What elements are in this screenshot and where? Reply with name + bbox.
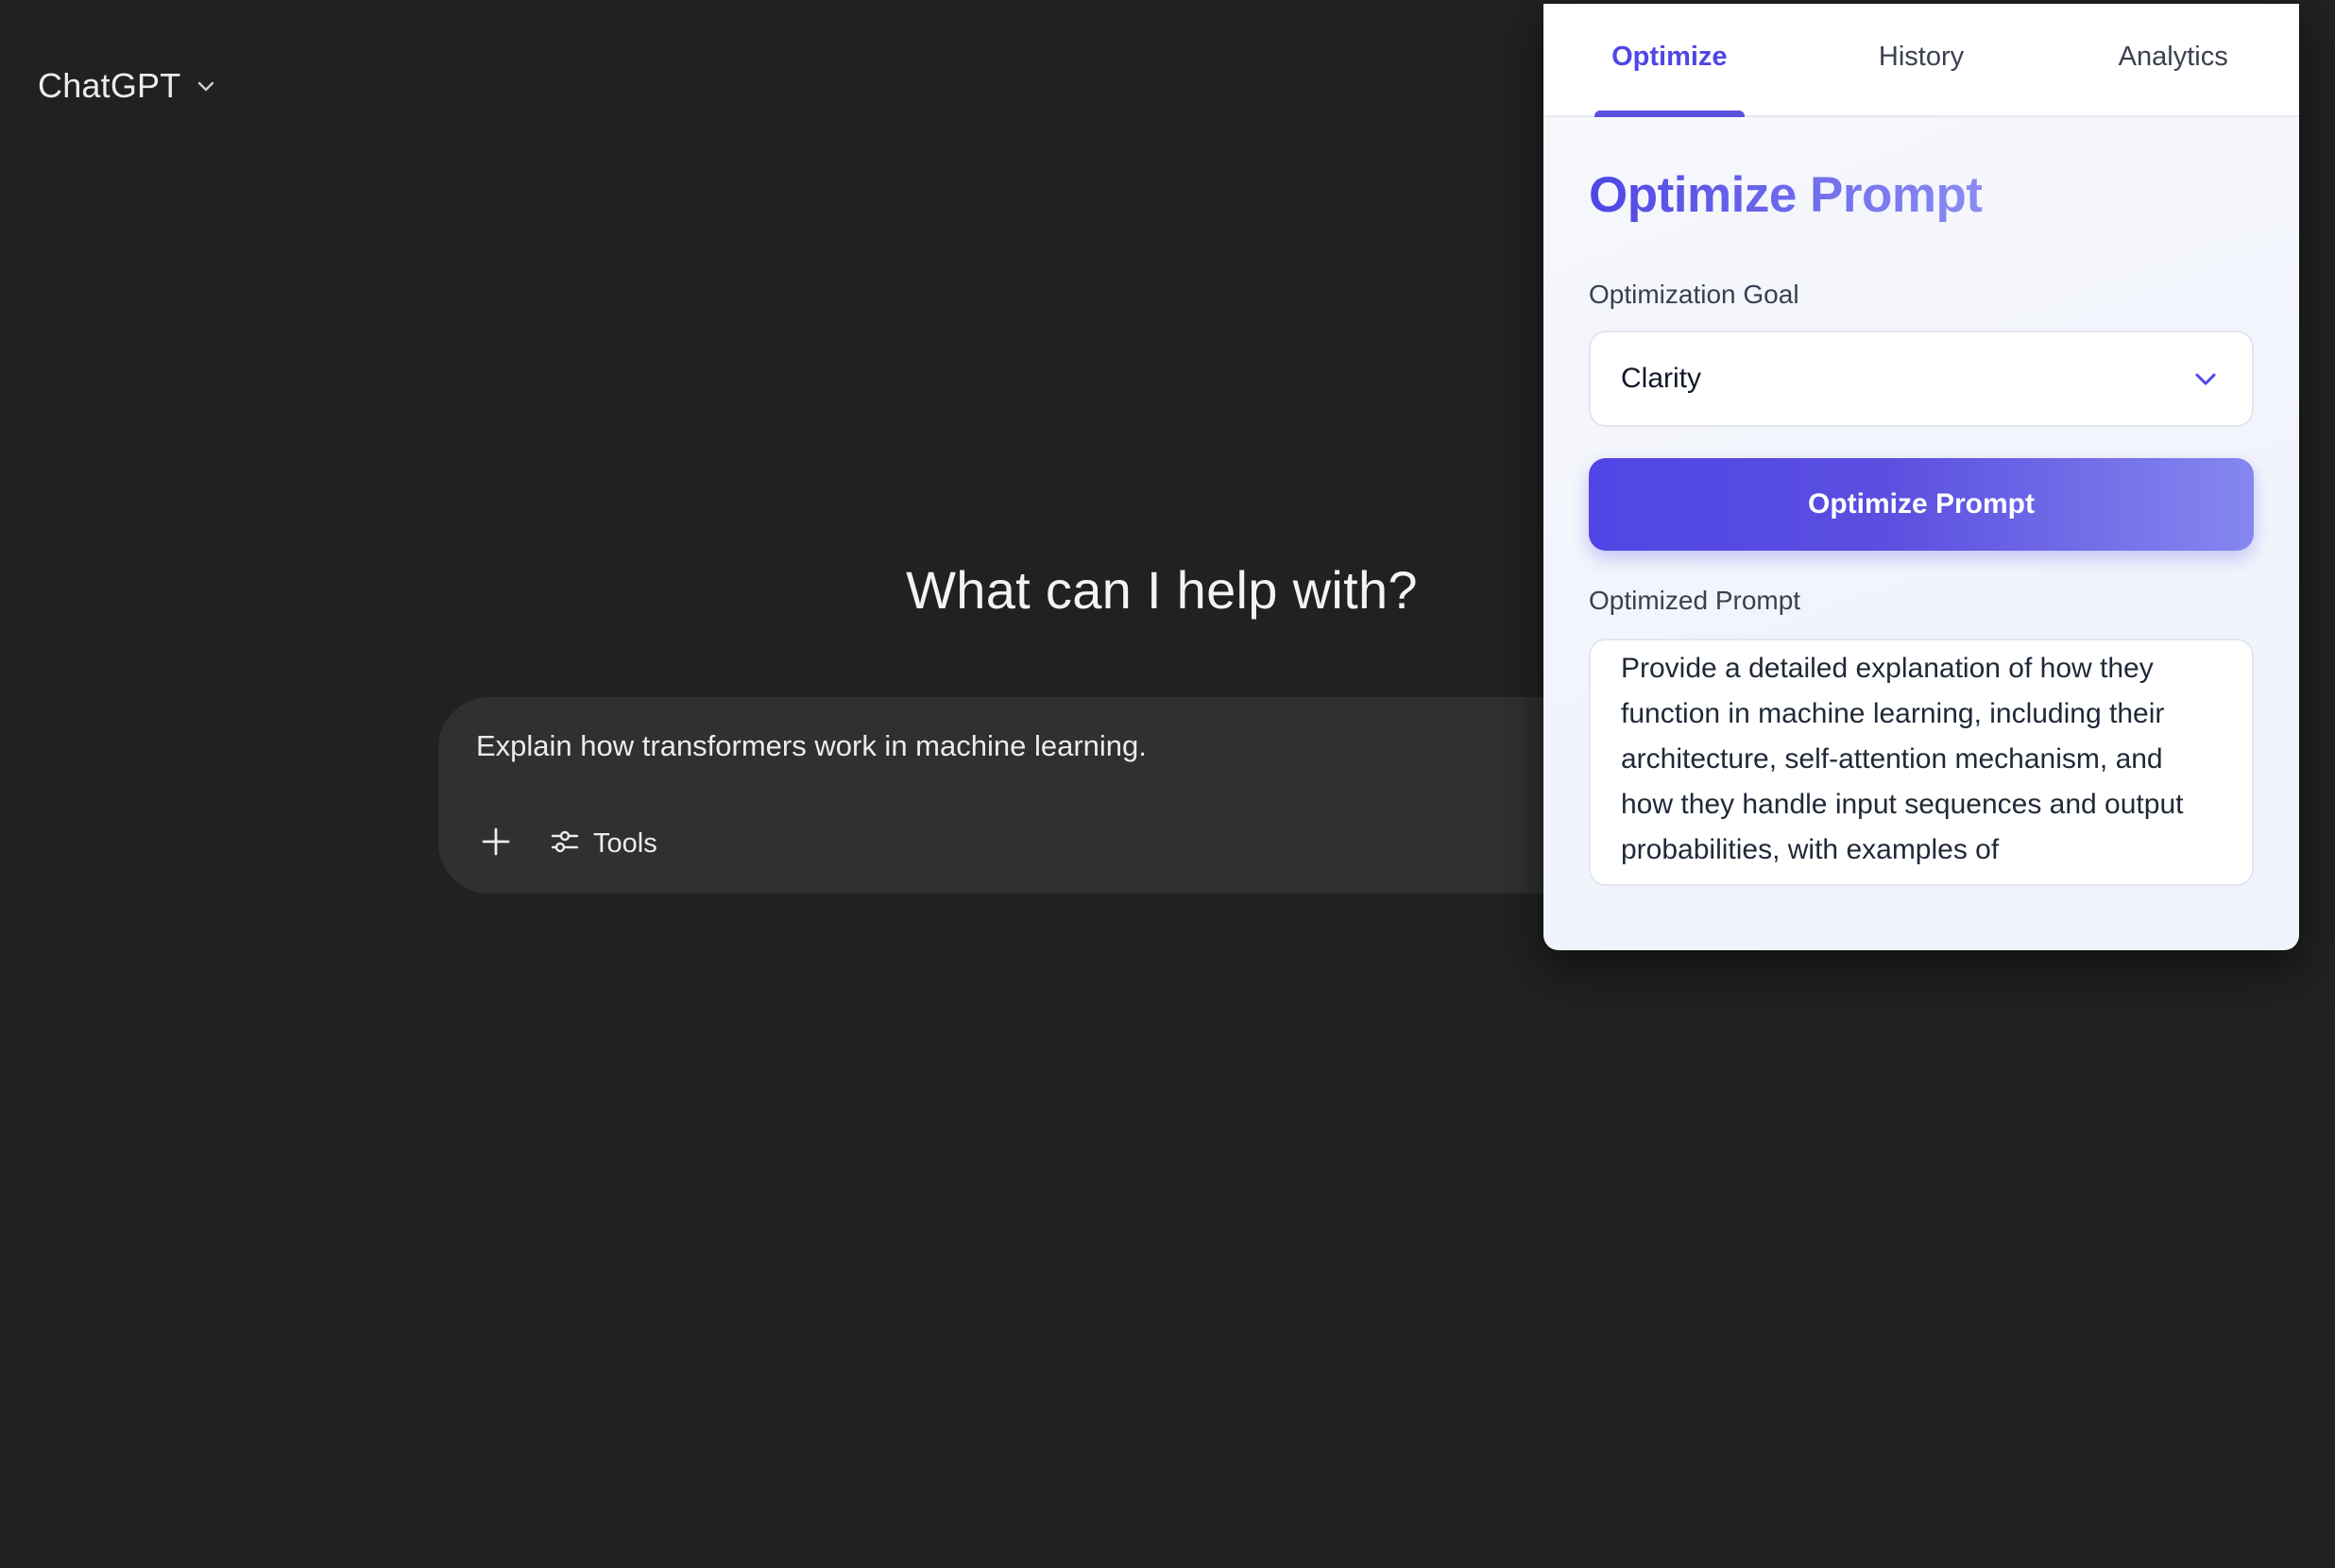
tab-bar: Optimize History Analytics [1543,4,2299,117]
tab-optimize[interactable]: Optimize [1543,4,1796,117]
panel-title: Optimize Prompt [1589,167,1983,223]
tab-history[interactable]: History [1796,4,2048,115]
prompt-input[interactable]: Explain how transformers work in machine… [476,729,1147,763]
optimized-prompt-text: Provide a detailed explanation of how th… [1621,653,2184,865]
chevron-down-icon [194,74,218,98]
optimized-prompt-label: Optimized Prompt [1589,586,1801,615]
tab-analytics[interactable]: Analytics [2047,4,2299,115]
add-attachment-button[interactable] [470,818,521,869]
model-name: ChatGPT [38,66,181,105]
tools-button[interactable]: Tools [538,816,669,871]
plus-icon [481,827,511,861]
optimization-goal-select[interactable]: Clarity [1589,331,2254,427]
prompt-optimizer-panel: Optimize History Analytics Optimize Prom… [1543,4,2299,950]
chevron-down-icon [2190,363,2222,395]
optimized-prompt-output[interactable]: Provide a detailed explanation of how th… [1589,639,2254,886]
optimization-goal-value: Clarity [1621,363,1702,394]
sliders-icon [550,827,580,861]
optimization-goal-label: Optimization Goal [1589,280,1799,309]
model-selector[interactable]: ChatGPT [26,57,230,115]
tools-label: Tools [593,827,657,859]
optimize-prompt-button[interactable]: Optimize Prompt [1589,458,2254,551]
